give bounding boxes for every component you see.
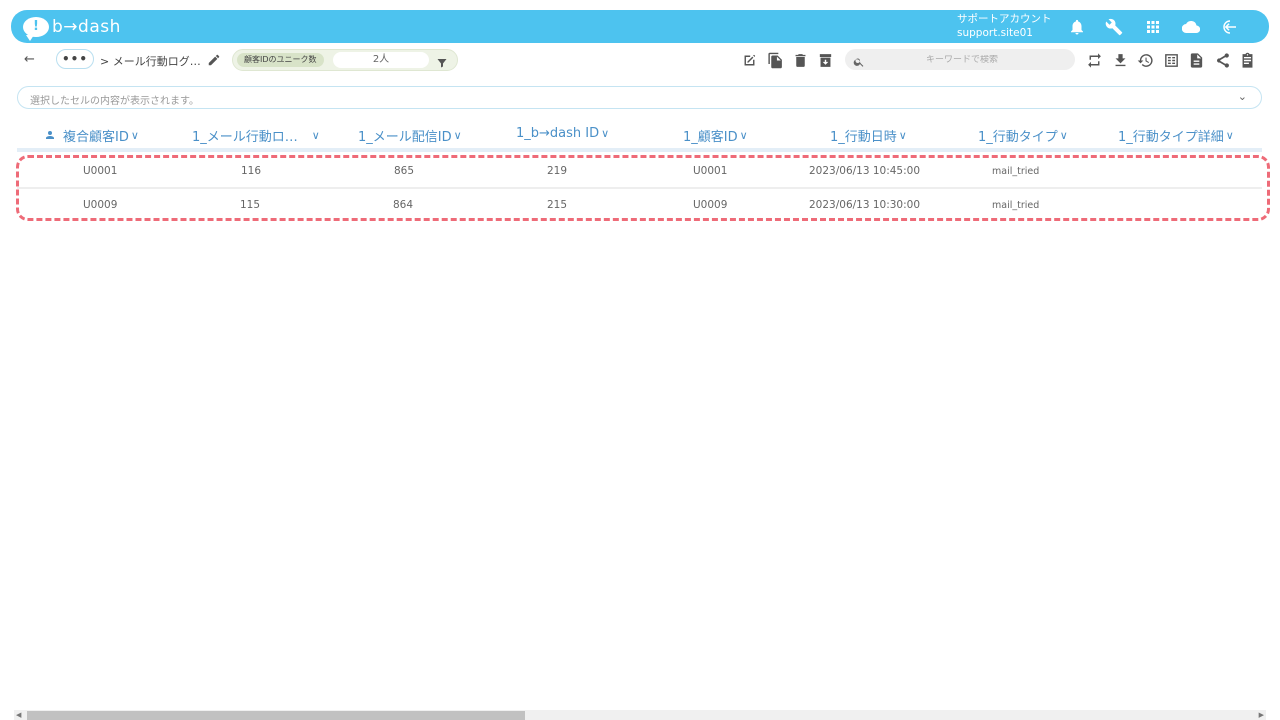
- search-icon: [853, 53, 867, 67]
- column-header[interactable]: 複合顧客ID ∨: [44, 126, 139, 145]
- rename-pencil-icon[interactable]: [207, 52, 221, 66]
- horizontal-scrollbar[interactable]: ◀ ▶: [14, 710, 1266, 720]
- wrench-icon[interactable]: [1103, 16, 1125, 38]
- table-cell[interactable]: U0001: [83, 165, 117, 177]
- table-cell[interactable]: 116: [241, 165, 261, 177]
- breadcrumb[interactable]: > メール行動ログ…: [100, 53, 201, 69]
- table-header: 複合顧客ID ∨ 1_メール行動ロ… ∨ 1_メール配信ID ∨ 1_b→dash I…: [17, 122, 1262, 148]
- chevron-down-icon[interactable]: ∨: [1060, 129, 1068, 142]
- logo-bubble-icon: !: [23, 16, 49, 41]
- table-cell[interactable]: 864: [393, 199, 413, 211]
- header-divider: [17, 148, 1262, 152]
- unique-count-label: 顧客IDのユニーク数: [237, 53, 324, 67]
- clipboard-icon[interactable]: [1237, 50, 1257, 70]
- search-box: [845, 49, 1075, 70]
- top-bar: ! b→dash サポートアカウント support.site01: [11, 10, 1269, 43]
- user-icon: [44, 129, 57, 142]
- column-header[interactable]: 1_顧客ID ∨: [683, 126, 748, 145]
- scroll-left-icon[interactable]: ◀: [16, 710, 21, 720]
- chevron-down-icon[interactable]: ∨: [454, 129, 462, 142]
- column-header[interactable]: 1_行動日時 ∨: [830, 126, 907, 145]
- column-header-label: 複合顧客ID: [63, 130, 129, 145]
- logo[interactable]: ! b→dash: [23, 16, 121, 41]
- column-header-label: 1_メール配信ID: [358, 130, 452, 145]
- chevron-down-icon[interactable]: ∨: [740, 129, 748, 142]
- chevron-down-icon[interactable]: ∨: [312, 129, 320, 142]
- unique-count-widget: 顧客IDのユニーク数 2人: [232, 49, 458, 71]
- logo-text: b→dash: [52, 16, 121, 37]
- table-cell[interactable]: U0009: [693, 199, 727, 211]
- chevron-down-icon[interactable]: ∨: [899, 129, 907, 142]
- column-header-label: 1_行動タイプ詳細: [1118, 130, 1224, 145]
- column-header[interactable]: 1_行動タイプ詳細 ∨: [1118, 126, 1234, 145]
- delete-icon[interactable]: [790, 50, 810, 70]
- column-header[interactable]: 1_メール配信ID ∨: [358, 126, 462, 145]
- table-cell[interactable]: 2023/06/13 10:30:00: [809, 199, 920, 211]
- column-header[interactable]: 1_b→dash ID ∨: [516, 126, 609, 141]
- download-icon[interactable]: [1110, 50, 1130, 70]
- table-cell[interactable]: mail_tried: [992, 166, 1039, 177]
- more-button[interactable]: •••: [56, 49, 94, 69]
- account-name: サポートアカウント: [957, 13, 1052, 25]
- table-cell[interactable]: 219: [547, 165, 567, 177]
- table-icon[interactable]: [1161, 50, 1181, 70]
- table-cell[interactable]: 865: [394, 165, 414, 177]
- column-header-label: 1_顧客ID: [683, 130, 738, 145]
- chevron-down-icon[interactable]: ⌄: [1238, 90, 1247, 103]
- chevron-down-icon[interactable]: ∨: [1226, 129, 1234, 142]
- scroll-right-icon[interactable]: ▶: [1259, 710, 1264, 720]
- account-info[interactable]: サポートアカウント support.site01: [957, 12, 1052, 40]
- table-cell[interactable]: U0001: [693, 165, 727, 177]
- cell-content-text: 選択したセルの内容が表示されます。: [30, 96, 199, 107]
- account-site: support.site01: [957, 27, 1033, 39]
- bell-icon[interactable]: [1066, 16, 1088, 38]
- archive-icon[interactable]: [815, 50, 835, 70]
- column-header[interactable]: 1_行動タイプ ∨: [978, 126, 1068, 145]
- column-header-label: 1_メール行動ロ…: [192, 130, 298, 145]
- edit-icon[interactable]: [739, 50, 759, 70]
- scrollbar-thumb[interactable]: [27, 711, 525, 720]
- copy-icon[interactable]: [765, 50, 785, 70]
- table-row[interactable]: U0009 115 864 215 U0009 2023/06/13 10:30…: [17, 187, 1262, 218]
- document-icon[interactable]: [1186, 50, 1206, 70]
- chevron-down-icon[interactable]: ∨: [601, 127, 609, 140]
- column-header-label: 1_b→dash ID: [516, 126, 600, 141]
- logout-icon[interactable]: [1219, 16, 1241, 38]
- chevron-down-icon[interactable]: ∨: [131, 129, 139, 142]
- cell-content-bar[interactable]: 選択したセルの内容が表示されます。 ⌄: [17, 86, 1262, 109]
- column-header[interactable]: 1_メール行動ロ… ∨: [192, 126, 320, 145]
- back-button[interactable]: ←: [24, 52, 35, 67]
- cloud-icon[interactable]: [1180, 16, 1202, 38]
- history-icon[interactable]: [1135, 50, 1155, 70]
- swap-icon[interactable]: [1084, 50, 1104, 70]
- column-header-label: 1_行動タイプ: [978, 130, 1058, 145]
- unique-count-value: 2人: [333, 52, 429, 68]
- table-cell[interactable]: 215: [547, 199, 567, 211]
- table-cell[interactable]: mail_tried: [992, 200, 1039, 211]
- filter-clear-icon[interactable]: [436, 54, 449, 68]
- table-cell[interactable]: 115: [240, 199, 260, 211]
- column-header-label: 1_行動日時: [830, 130, 897, 145]
- table-row[interactable]: U0001 116 865 219 U0001 2023/06/13 10:45…: [17, 155, 1262, 186]
- apps-grid-icon[interactable]: [1142, 16, 1164, 38]
- logo-mark: !: [33, 19, 39, 34]
- table-cell[interactable]: 2023/06/13 10:45:00: [809, 165, 920, 177]
- table-cell[interactable]: U0009: [83, 199, 117, 211]
- share-icon[interactable]: [1212, 50, 1232, 70]
- search-input[interactable]: [867, 54, 1057, 65]
- toolbar: ← ••• > メール行動ログ… 顧客IDのユニーク数 2人: [0, 44, 1280, 76]
